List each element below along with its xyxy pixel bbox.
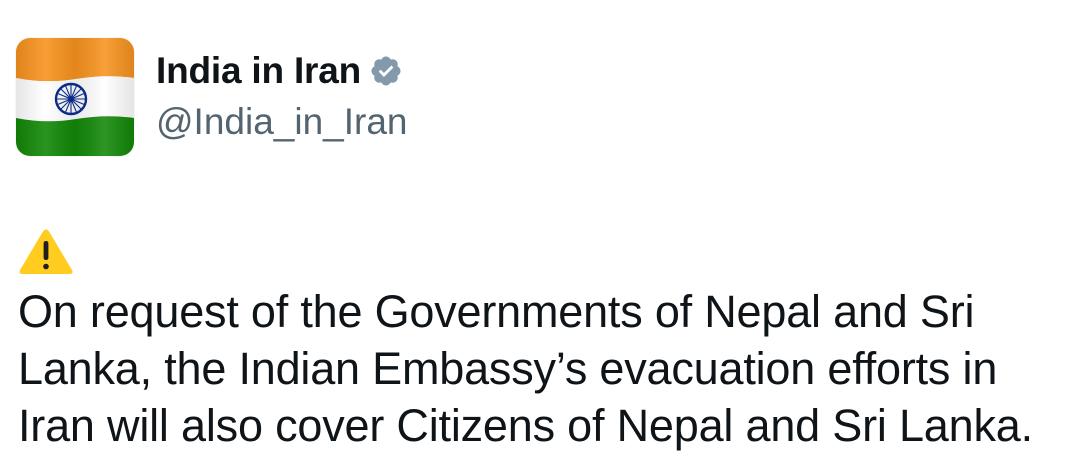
author-handle[interactable]: @India_in_Iran <box>156 98 408 146</box>
avatar[interactable] <box>16 38 134 156</box>
indian-flag-icon <box>16 38 134 156</box>
author-name-row: India in Iran <box>156 46 403 96</box>
author-name[interactable]: India in Iran <box>156 46 361 96</box>
verified-badge-icon[interactable] <box>369 54 403 88</box>
post-text: On request of the Governments of Nepal a… <box>18 286 1033 451</box>
post: India in Iran @India_in_Iran On request … <box>0 0 1074 456</box>
warning-icon <box>18 228 74 276</box>
